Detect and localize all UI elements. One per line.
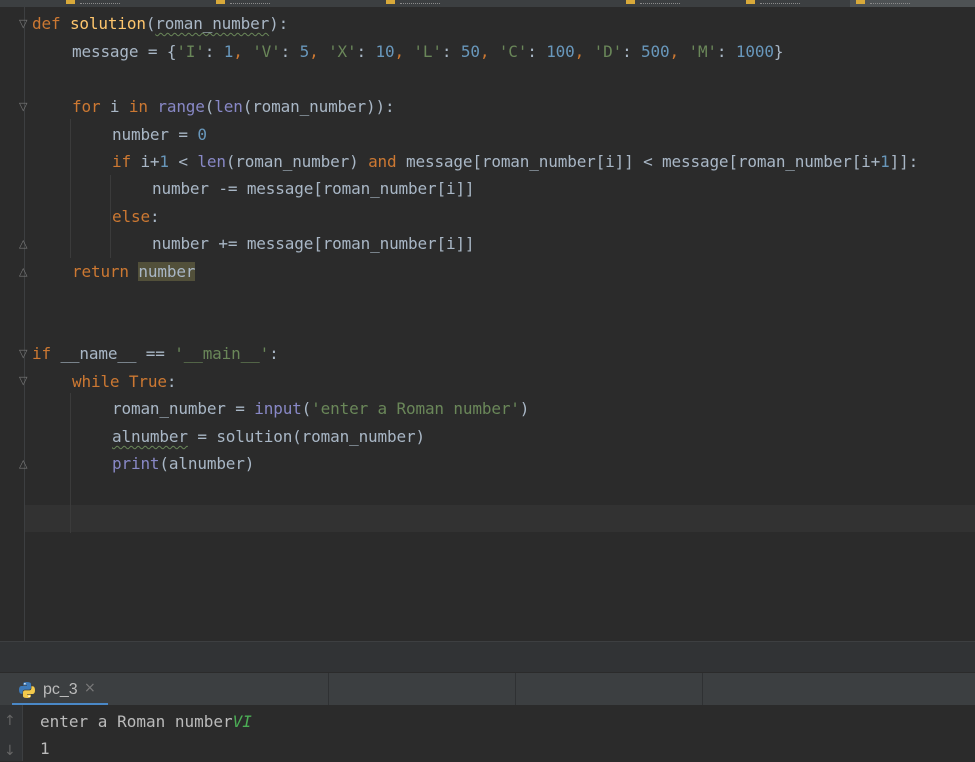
python-file-icon — [746, 0, 755, 4]
keyword: def — [32, 14, 61, 33]
builtin: print — [112, 454, 160, 473]
run-console[interactable]: ↑ ↓ enter a Roman numberVI 1 — [0, 705, 975, 761]
keyword: else — [112, 207, 150, 226]
keyword: and — [368, 152, 397, 171]
string-literal: 'I' — [176, 42, 205, 61]
python-file-icon — [66, 0, 75, 4]
python-icon — [19, 682, 35, 698]
number-literal: 500 — [641, 42, 670, 61]
close-icon[interactable]: × — [84, 680, 96, 696]
number-literal: 0 — [197, 125, 207, 144]
keyword: for — [72, 97, 101, 116]
editor-tab[interactable] — [740, 0, 830, 7]
editor-tab-strip — [0, 0, 975, 7]
function-name: solution — [69, 14, 146, 33]
python-file-icon — [216, 0, 225, 4]
number-literal: 5 — [299, 42, 310, 61]
number-literal: 1 — [880, 152, 890, 171]
arrow-up-icon[interactable]: ↑ — [4, 713, 16, 729]
number-literal: 100 — [546, 42, 575, 61]
fold-open-icon[interactable]: ▽ — [19, 101, 28, 112]
run-tab[interactable]: pc_3 × — [12, 673, 108, 706]
builtin: input — [254, 399, 302, 418]
string-literal: 'D' — [593, 42, 623, 61]
keyword: if — [112, 152, 131, 171]
editor-tab[interactable] — [60, 0, 130, 7]
code-line: print(alnumber) — [112, 454, 255, 473]
keyword: while — [72, 372, 120, 391]
fold-open-icon[interactable]: ▽ — [19, 375, 28, 386]
number-literal: 10 — [375, 42, 395, 61]
fold-end-icon[interactable]: △ — [19, 458, 28, 469]
python-file-icon — [856, 0, 865, 4]
editor-horizontal-scrollbar[interactable] — [0, 641, 975, 672]
string-literal: 'V' — [252, 42, 281, 61]
code-line: for i in range(len(roman_number)): — [72, 97, 395, 116]
fold-open-icon[interactable]: ▽ — [19, 348, 28, 359]
code-line: if __name__ == '__main__': — [32, 344, 279, 363]
console-toolbar: ↑ ↓ — [0, 705, 23, 761]
typo-identifier: alnumber — [112, 427, 188, 446]
code-line: number += message[roman_number[i]] — [152, 234, 475, 253]
run-tool-window-header: pc_3 × — [0, 672, 975, 706]
builtin: range — [157, 97, 205, 116]
indent-guide — [70, 393, 71, 533]
number-literal: 1000 — [735, 42, 774, 61]
editor-tab[interactable] — [380, 0, 460, 7]
console-user-input: VI — [232, 712, 252, 731]
builtin: len — [197, 152, 226, 171]
editor-tab[interactable] — [210, 0, 290, 7]
highlighted-identifier: number — [138, 262, 196, 281]
editor-tab[interactable] — [620, 0, 710, 7]
indent-guide — [110, 175, 111, 258]
string-literal: '__main__' — [174, 344, 270, 363]
code-line: alnumber = solution(roman_number) — [112, 427, 425, 446]
keyword: return — [72, 262, 129, 281]
keyword: True — [128, 372, 167, 391]
keyword: if — [32, 344, 51, 363]
code-line: number -= message[roman_number[i]] — [152, 179, 475, 198]
code-line: else: — [112, 207, 160, 226]
arrow-down-icon[interactable]: ↓ — [4, 743, 16, 759]
builtin: len — [214, 97, 243, 116]
code-line: return number — [72, 258, 195, 285]
keyword: in — [128, 97, 148, 116]
console-line: enter a Roman numberVI — [40, 708, 252, 735]
fold-end-icon[interactable]: △ — [19, 266, 28, 277]
console-prompt: enter a Roman number — [40, 712, 233, 731]
dict-literal: 'I': 1, 'V': 5, 'X': 10, 'L': 50, 'C': 1… — [176, 42, 774, 61]
code-line: while True: — [72, 372, 177, 391]
code-line: number = 0 — [112, 125, 207, 144]
run-tab-label: pc_3 — [43, 681, 78, 698]
code-line: message = {'I': 1, 'V': 5, 'X': 10, 'L':… — [72, 42, 784, 61]
number-literal: 50 — [460, 42, 480, 61]
current-line-highlight — [25, 505, 975, 532]
string-literal: 'X' — [328, 42, 357, 61]
number-literal: 1 — [159, 152, 169, 171]
string-literal: 'C' — [498, 42, 528, 61]
fold-open-icon[interactable]: ▽ — [19, 18, 28, 29]
indent-guide — [70, 119, 71, 258]
code-line: roman_number = input('enter a Roman numb… — [112, 399, 530, 418]
fold-end-icon[interactable]: △ — [19, 238, 28, 249]
python-file-icon — [626, 0, 635, 4]
console-output: 1 — [40, 739, 50, 758]
code-line: def solution(roman_number): — [32, 14, 289, 33]
editor-tab-active[interactable] — [850, 0, 975, 7]
code-editor[interactable]: ▽ ▽ △ △ ▽ ▽ △ def solution(roman_number)… — [0, 7, 975, 641]
string-literal: 'L' — [413, 42, 442, 61]
parameter: roman_number — [155, 14, 270, 33]
string-literal: 'enter a Roman number' — [311, 399, 520, 418]
code-line: if i+1 < len(roman_number) and message[r… — [112, 152, 919, 171]
number-literal: 1 — [223, 42, 234, 61]
python-file-icon — [386, 0, 395, 4]
string-literal: 'M' — [688, 42, 717, 61]
